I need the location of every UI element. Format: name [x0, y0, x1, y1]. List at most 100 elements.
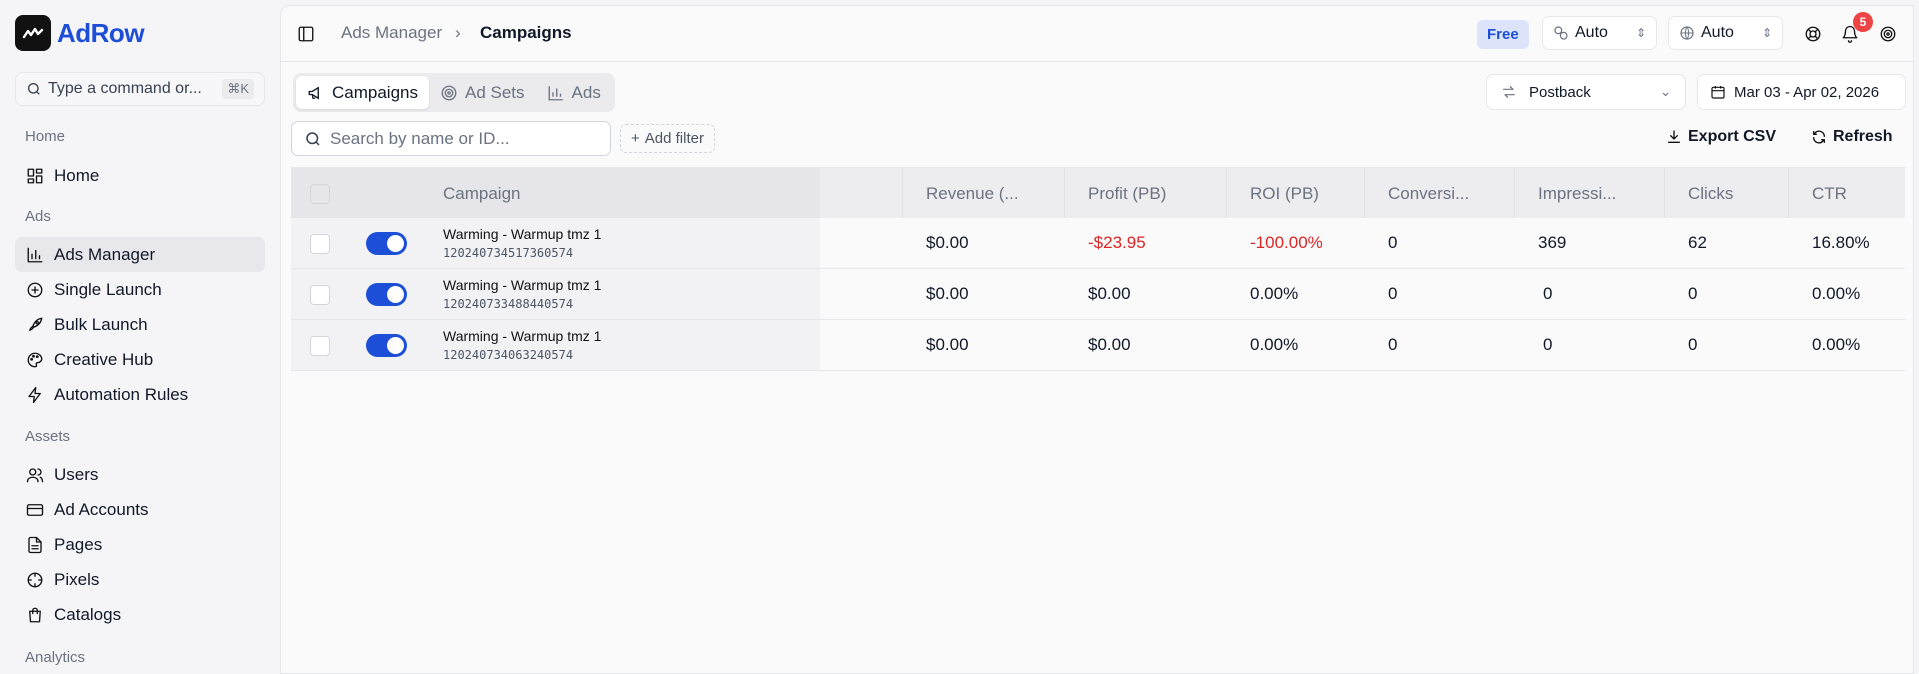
column-conversions[interactable]: Conversi... — [1388, 184, 1478, 204]
cell-impressions: 0 — [1543, 335, 1553, 354]
status-toggle[interactable] — [366, 232, 407, 255]
sidebar-item-label: Single Launch — [54, 279, 162, 299]
add-filter-button[interactable]: + Add filter — [620, 124, 715, 153]
bar-chart-icon — [25, 245, 44, 264]
sidebar-item-creative-hub[interactable]: Creative Hub — [15, 342, 265, 377]
refresh-icon — [1813, 130, 1825, 144]
sidebar-item-home[interactable]: Home — [15, 158, 265, 193]
column-divider — [1364, 168, 1365, 219]
shortcut-hint: ⌘K — [222, 79, 254, 99]
cell-conversions: 0 — [1388, 335, 1398, 354]
column-profit[interactable]: Profit (PB) — [1088, 184, 1166, 204]
campaign-name[interactable]: Warming - Warmup tmz 1 — [443, 277, 601, 293]
selector-value: Auto — [1575, 24, 1608, 41]
cell-clicks: 0 — [1688, 335, 1698, 354]
column-clicks[interactable]: Clicks — [1688, 184, 1733, 204]
column-impressions[interactable]: Impressi... — [1538, 184, 1628, 204]
cell-impressions: 0 — [1543, 284, 1553, 303]
campaign-name[interactable]: Warming - Warmup tmz 1 — [443, 328, 601, 344]
target-icon — [440, 84, 458, 102]
page-title: Campaigns — [480, 23, 572, 42]
tab-campaigns[interactable]: Campaigns — [296, 76, 429, 109]
search-input[interactable] — [330, 128, 580, 149]
column-roi[interactable]: ROI (PB) — [1250, 184, 1319, 204]
cell-impressions: 369 — [1538, 233, 1567, 252]
search-icon — [306, 131, 320, 146]
column-campaign[interactable]: Campaign — [443, 184, 521, 204]
table-row[interactable]: Warming - Warmup tmz 1 12024073406324057… — [291, 320, 1905, 371]
sidebar-item-bulk-launch[interactable]: Bulk Launch — [15, 307, 265, 342]
attribution-select[interactable]: Postback ⌄ — [1486, 74, 1686, 110]
sidebar-item-catalogs[interactable]: Catalogs — [15, 597, 265, 632]
campaign-name[interactable]: Warming - Warmup tmz 1 — [443, 226, 601, 242]
export-label: Export CSV — [1688, 128, 1777, 145]
search-field[interactable] — [291, 121, 611, 156]
sidebar-item-pages[interactable]: Pages — [15, 527, 265, 562]
cell-revenue: $0.00 — [926, 335, 969, 354]
sidebar-item-users[interactable]: Users — [15, 457, 265, 492]
section-ads: Ads — [25, 208, 51, 225]
megaphone-icon — [307, 84, 325, 102]
search-icon — [28, 83, 40, 95]
chevron-down-icon: ⌄ — [1660, 84, 1671, 99]
column-ctr[interactable]: CTR — [1812, 184, 1847, 204]
table-row[interactable]: Warming - Warmup tmz 1 12024073348844057… — [291, 269, 1905, 320]
refresh-button[interactable]: Refresh — [1811, 128, 1893, 146]
section-home: Home — [25, 128, 66, 145]
column-revenue[interactable]: Revenue (... — [926, 184, 1026, 204]
campaign-id: 120240734517360574 — [443, 246, 574, 260]
row-checkbox[interactable] — [310, 285, 330, 305]
sidebar-toggle-icon[interactable] — [295, 23, 317, 45]
cell-clicks: 0 — [1688, 284, 1698, 303]
help-icon[interactable] — [1802, 23, 1824, 45]
status-toggle[interactable] — [366, 283, 407, 306]
sidebar-item-label: Pixels — [54, 569, 100, 589]
grid-icon — [25, 166, 44, 185]
sidebar-item-single-launch[interactable]: Single Launch — [15, 272, 265, 307]
cell-ctr: 0.00% — [1812, 284, 1861, 303]
tab-ads[interactable]: Ads — [536, 76, 612, 109]
globe-icon — [1680, 26, 1694, 40]
cell-ctr: 0.00% — [1812, 335, 1861, 354]
select-all-checkbox[interactable] — [310, 184, 330, 204]
sidebar-item-label: Pages — [54, 534, 103, 554]
date-range-picker[interactable]: Mar 03 - Apr 02, 2026 — [1697, 74, 1906, 110]
file-icon — [25, 535, 44, 554]
chevron-right-icon: › — [455, 23, 461, 42]
date-range-value: Mar 03 - Apr 02, 2026 — [1734, 83, 1880, 101]
campaign-id: 120240734063240574 — [443, 348, 574, 362]
cell-profit: $0.00 — [1088, 335, 1131, 354]
attribution-value: Postback — [1529, 83, 1591, 101]
table-row[interactable]: Warming - Warmup tmz 1 12024073451736057… — [291, 218, 1905, 269]
cell-profit: -$23.95 — [1088, 233, 1146, 252]
section-assets: Assets — [25, 428, 71, 445]
app-name: AdRow — [57, 17, 145, 48]
sidebar-item-label: Creative Hub — [54, 349, 154, 369]
status-toggle[interactable] — [366, 334, 407, 357]
auto-selector-1[interactable]: Auto ⇕ — [1542, 16, 1657, 50]
main-panel: Ads Manager › Campaigns Free Auto ⇕ Auto… — [280, 5, 1914, 674]
view-tabs: Campaigns Ad Sets Ads — [293, 73, 615, 112]
sidebar-item-ads-manager[interactable]: Ads Manager — [15, 237, 265, 272]
sidebar-item-ad-accounts[interactable]: Ad Accounts — [15, 492, 265, 527]
target-icon[interactable] — [1877, 23, 1899, 45]
sidebar-item-automation-rules[interactable]: Automation Rules — [15, 377, 265, 412]
cell-roi: 0.00% — [1250, 284, 1299, 303]
command-search[interactable]: Type a command or... ⌘K — [15, 72, 265, 106]
sidebar-item-pixels[interactable]: Pixels — [15, 562, 265, 597]
sidebar-item-label: Ads Manager — [54, 244, 156, 264]
auto-selector-2[interactable]: Auto ⇕ — [1668, 16, 1783, 50]
logo[interactable]: AdRow — [15, 15, 145, 51]
section-analytics: Analytics — [25, 649, 86, 666]
export-csv-button[interactable]: Export CSV — [1666, 128, 1776, 146]
cell-roi: -100.00% — [1250, 233, 1323, 252]
cell-clicks: 62 — [1688, 233, 1707, 252]
breadcrumb-parent[interactable]: Ads Manager — [341, 23, 442, 43]
row-checkbox[interactable] — [310, 336, 330, 356]
plus-circle-icon — [25, 280, 44, 299]
row-checkbox[interactable] — [310, 234, 330, 254]
column-divider — [902, 168, 903, 219]
tab-ad-sets[interactable]: Ad Sets — [429, 76, 536, 109]
column-divider — [1226, 168, 1227, 219]
bar-chart-icon — [547, 84, 565, 102]
